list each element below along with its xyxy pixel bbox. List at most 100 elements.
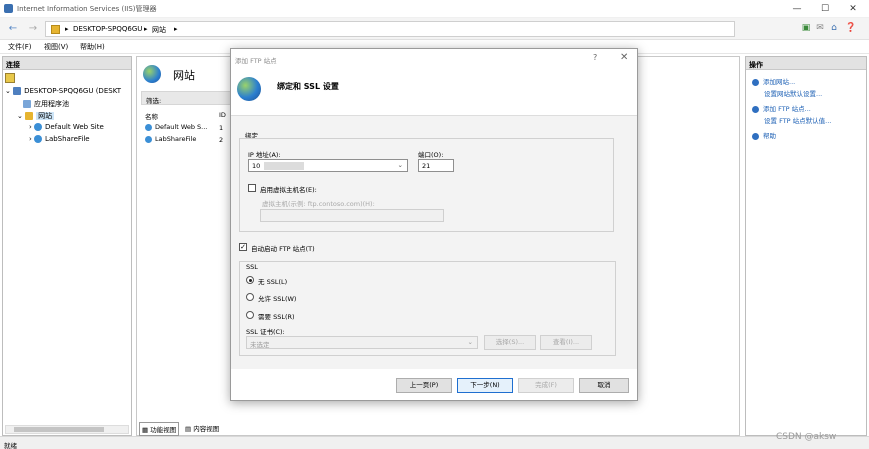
maximize-button[interactable]: ☐ [816, 3, 834, 15]
menu-file[interactable]: 文件(F) [8, 42, 32, 52]
action-add-website[interactable]: 添加网站... [752, 76, 795, 86]
ssl-certificate-label: SSL 证书(C): [246, 328, 285, 336]
chevron-down-icon: ⌄ [397, 161, 403, 169]
ip-address-label: IP 地址(A): [248, 151, 281, 159]
port-input[interactable]: 21 [418, 159, 454, 172]
horizontal-scrollbar[interactable] [5, 425, 129, 434]
globe-icon [145, 135, 152, 143]
breadcrumb-item-server[interactable]: DESKTOP-SPQQ6GU [73, 25, 142, 33]
tree-item-default-web-site[interactable]: › Default Web Site [29, 123, 104, 131]
status-text: 就绪 [4, 442, 17, 449]
virtual-host-input[interactable] [260, 209, 444, 222]
breadcrumb-item-sites[interactable]: 网站 [152, 25, 166, 35]
minimize-button[interactable]: — [788, 3, 806, 15]
autostart-label: 自动启动 FTP 站点(T) [251, 245, 315, 253]
tree-item-labsharefile[interactable]: › LabShareFile [29, 135, 90, 143]
status-bar: 就绪 [0, 436, 869, 449]
select-certificate-button[interactable]: 选择(S)... [484, 335, 536, 350]
app-pool-icon [23, 100, 31, 108]
tree-item-server[interactable]: ⌄ DESKTOP-SPQQ6GU (DESKT [5, 87, 121, 95]
action-website-defaults[interactable]: 设置网站默认设置... [764, 88, 822, 98]
ssl-option-allow-radio[interactable] [246, 293, 254, 301]
add-ftp-icon [752, 105, 759, 113]
dialog-heading: 绑定和 SSL 设置 [277, 82, 339, 91]
previous-button[interactable]: 上一页(P) [396, 378, 452, 393]
action-help[interactable]: 帮助 [752, 130, 776, 140]
ssl-option-none-radio[interactable] [246, 276, 254, 284]
column-header-id[interactable]: ID [219, 111, 226, 119]
column-header-name[interactable]: 名称 [145, 111, 158, 121]
dialog-title: 添加 FTP 站点 [235, 57, 277, 65]
stop-icon[interactable]: ✉ [814, 22, 826, 34]
autostart-checkbox[interactable]: ✓ [239, 243, 247, 251]
tree-item-app-pools[interactable]: 应用程序池 [23, 99, 69, 109]
tree-item-sites[interactable]: ⌄ 网站 [17, 111, 55, 121]
back-arrow-icon[interactable]: ← [4, 22, 22, 36]
title-bar: Internet Information Services (IIS)管理器 —… [0, 0, 869, 18]
virtual-host-checkbox-label: 启用虚拟主机名(E): [260, 186, 317, 194]
iis-app-icon [4, 4, 13, 13]
view-tabs: ▦ 功能视图 ▤ 内容视图 [137, 420, 297, 436]
finish-button[interactable]: 完成(F) [518, 378, 574, 393]
view-certificate-button[interactable]: 查看(I)... [540, 335, 592, 350]
forward-arrow-icon[interactable]: → [24, 22, 42, 36]
close-button[interactable]: ✕ [844, 3, 862, 15]
refresh-icon[interactable]: ▣ [800, 22, 812, 34]
ssl-option-none-label: 无 SSL(L) [258, 278, 288, 286]
ssl-option-require-radio[interactable] [246, 311, 254, 319]
content-icon: ▤ [185, 425, 194, 433]
add-ftp-site-dialog: 添加 FTP 站点 ? ✕ 绑定和 SSL 设置 绑定 IP 地址(A): 10… [230, 48, 638, 401]
table-row[interactable]: Default Web S... [145, 123, 207, 131]
table-row[interactable]: LabShareFile [145, 135, 196, 143]
sites-globe-icon [143, 65, 161, 83]
virtual-host-checkbox[interactable] [248, 184, 256, 192]
next-button[interactable]: 下一步(N) [457, 378, 513, 393]
dialog-body: 绑定 IP 地址(A): 10 ⌄ 端口(O): 21 启用虚拟主机名(E): … [231, 115, 637, 369]
watermark: CSDN @aksw [776, 432, 837, 442]
connect-icon[interactable] [5, 73, 15, 83]
ssl-option-require-label: 需要 SSL(R) [258, 313, 295, 321]
binding-group: IP 地址(A): 10 ⌄ 端口(O): 21 启用虚拟主机名(E): 虚拟主… [239, 138, 614, 232]
add-site-icon [752, 78, 759, 86]
page-title: 网站 [173, 69, 195, 82]
globe-icon [145, 123, 152, 131]
server-icon [13, 87, 22, 95]
home-icon[interactable]: ⌂ [828, 22, 840, 34]
tab-features-view[interactable]: ▦ 功能视图 [139, 422, 180, 436]
window-title: Internet Information Services (IIS)管理器 [17, 5, 157, 13]
ssl-option-allow-label: 允许 SSL(W) [258, 295, 297, 303]
features-icon: ▦ [142, 426, 151, 434]
connections-header: 连接 [3, 57, 131, 70]
breadcrumb[interactable]: ▸ DESKTOP-SPQQ6GU ▸ 网站 ▸ [45, 21, 735, 37]
action-add-ftp-site[interactable]: 添加 FTP 站点... [752, 103, 811, 113]
virtual-host-label: 虚拟主机(示例: ftp.contoso.com)(H): [262, 200, 375, 208]
menu-view[interactable]: 视图(V) [44, 42, 68, 52]
folder-icon [25, 112, 34, 120]
actions-header: 操作 [746, 57, 866, 70]
ssl-group: SSL 无 SSL(L) 允许 SSL(W) 需要 SSL(R) SSL 证书(… [239, 261, 616, 356]
globe-icon [34, 135, 43, 143]
action-ftp-defaults[interactable]: 设置 FTP 站点默认值... [764, 115, 831, 125]
chevron-down-icon: ⌄ [467, 338, 473, 346]
server-icon [51, 25, 60, 34]
filter-label: 筛选: [146, 97, 162, 105]
dialog-help-button[interactable]: ? [593, 53, 597, 62]
connections-panel: 连接 ⌄ DESKTOP-SPQQ6GU (DESKT 应用程序池 ⌄ 网站 ›… [2, 56, 132, 436]
tab-content-view[interactable]: ▤ 内容视图 [185, 423, 219, 433]
cancel-button[interactable]: 取消 [579, 378, 629, 393]
dialog-close-button[interactable]: ✕ [620, 52, 628, 63]
ssl-label: SSL [246, 263, 258, 271]
connections-tree: ⌄ DESKTOP-SPQQ6GU (DESKT 应用程序池 ⌄ 网站 › De… [3, 85, 131, 385]
redacted-ip [264, 162, 305, 170]
ip-address-select[interactable]: 10 ⌄ [248, 159, 408, 172]
ssl-certificate-select[interactable]: 未选定 ⌄ [246, 336, 478, 349]
globe-icon [34, 123, 43, 131]
port-label: 端口(O): [418, 151, 444, 159]
address-bar: ← → ▸ DESKTOP-SPQQ6GU ▸ 网站 ▸ ▣ ✉ ⌂ ❓ [0, 18, 869, 40]
help-icon[interactable]: ❓ [845, 22, 857, 34]
actions-panel: 操作 添加网站... 设置网站默认设置... 添加 FTP 站点... 设置 F… [745, 56, 867, 436]
globe-icon [237, 77, 261, 101]
help-icon [752, 132, 759, 140]
filter-bar: 筛选: [141, 91, 237, 105]
menu-help[interactable]: 帮助(H) [80, 42, 105, 52]
